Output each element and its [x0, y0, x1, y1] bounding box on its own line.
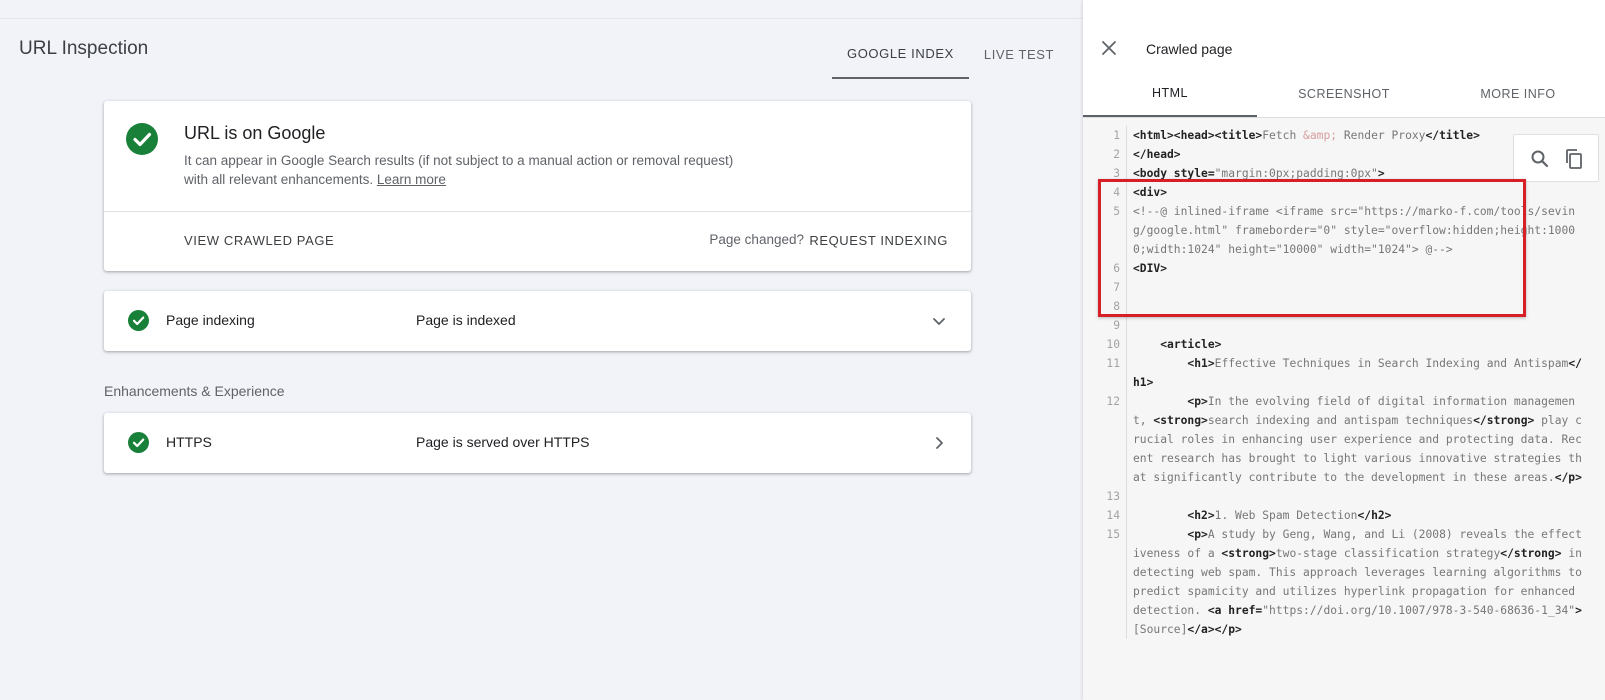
line-number: 1 [1083, 126, 1127, 145]
close-icon[interactable] [1097, 36, 1121, 60]
enhancements-section-label: Enhancements & Experience [104, 383, 285, 399]
tab-screenshot[interactable]: SCREENSHOT [1257, 71, 1431, 117]
code-text: <h1>Effective Techniques in Search Index… [1133, 357, 1582, 389]
line-number: 2 [1083, 145, 1127, 164]
page-title: URL Inspection [19, 38, 149, 59]
code-text: <article> [1160, 338, 1222, 351]
line-number: 9 [1083, 316, 1127, 335]
page-changed-label: Page changed? [709, 232, 804, 247]
line-number: 11 [1083, 354, 1127, 392]
code-line: 9 [1083, 316, 1605, 335]
line-number: 15 [1083, 525, 1127, 639]
https-row[interactable]: HTTPS Page is served over HTTPS [104, 413, 971, 473]
code-line: 13 [1083, 487, 1605, 506]
status-title: URL is on Google [184, 123, 326, 143]
code-line: 15 <p>A study by Geng, Wang, and Li (200… [1083, 525, 1605, 639]
request-indexing-button[interactable]: REQUEST INDEXING [809, 233, 948, 248]
crawled-page-panel: Crawled page HTML SCREENSHOT MORE INFO 1… [1083, 0, 1605, 700]
search-icon[interactable] [1528, 147, 1552, 171]
code-line: 12 <p>In the evolving field of digital i… [1083, 392, 1605, 487]
check-circle-icon [128, 310, 149, 331]
tab-google-index[interactable]: GOOGLE INDEX [832, 30, 969, 79]
copy-icon[interactable] [1562, 147, 1586, 171]
page-indexing-label: Page indexing [166, 312, 255, 328]
line-number: 10 [1083, 335, 1127, 354]
tab-html[interactable]: HTML [1083, 71, 1257, 117]
line-number: 13 [1083, 487, 1127, 506]
top-divider [0, 18, 1083, 19]
check-circle-icon [126, 123, 158, 155]
tab-more-info[interactable]: MORE INFO [1431, 71, 1605, 117]
status-description: It can appear in Google Search results (… [184, 151, 744, 189]
tab-live-test[interactable]: LIVE TEST [969, 30, 1069, 79]
status-description-text: It can appear in Google Search results (… [184, 153, 734, 187]
highlight-annotation-box [1098, 179, 1526, 317]
card-divider [104, 211, 971, 212]
code-line: 11 <h1>Effective Techniques in Search In… [1083, 354, 1605, 392]
code-line: 14 <h2>1. Web Spam Detection</h2> [1083, 506, 1605, 525]
code-text: <p>In the evolving field of digital info… [1133, 395, 1582, 484]
panel-tabs: HTML SCREENSHOT MORE INFO [1083, 71, 1605, 118]
line-number: 12 [1083, 392, 1127, 487]
code-line: 10 <article> [1083, 335, 1605, 354]
view-crawled-page-button[interactable]: VIEW CRAWLED PAGE [184, 233, 334, 248]
code-text: <p>A study by Geng, Wang, and Li (2008) … [1133, 528, 1589, 636]
page-indexing-value: Page is indexed [416, 312, 516, 328]
main-tabs: GOOGLE INDEX LIVE TEST [832, 30, 1069, 79]
code-toolbar [1513, 134, 1599, 182]
code-text: <h2>1. Web Spam Detection</h2> [1187, 509, 1392, 522]
page-indexing-row[interactable]: Page indexing Page is indexed [104, 291, 971, 351]
https-value: Page is served over HTTPS [416, 434, 590, 450]
chevron-right-icon[interactable] [927, 431, 951, 455]
panel-title: Crawled page [1146, 41, 1233, 57]
https-label: HTTPS [166, 434, 212, 450]
learn-more-link[interactable]: Learn more [377, 172, 446, 187]
url-status-card: URL is on Google It can appear in Google… [104, 101, 971, 271]
line-number: 14 [1083, 506, 1127, 525]
chevron-down-icon[interactable] [927, 309, 951, 333]
check-circle-icon [128, 432, 149, 453]
